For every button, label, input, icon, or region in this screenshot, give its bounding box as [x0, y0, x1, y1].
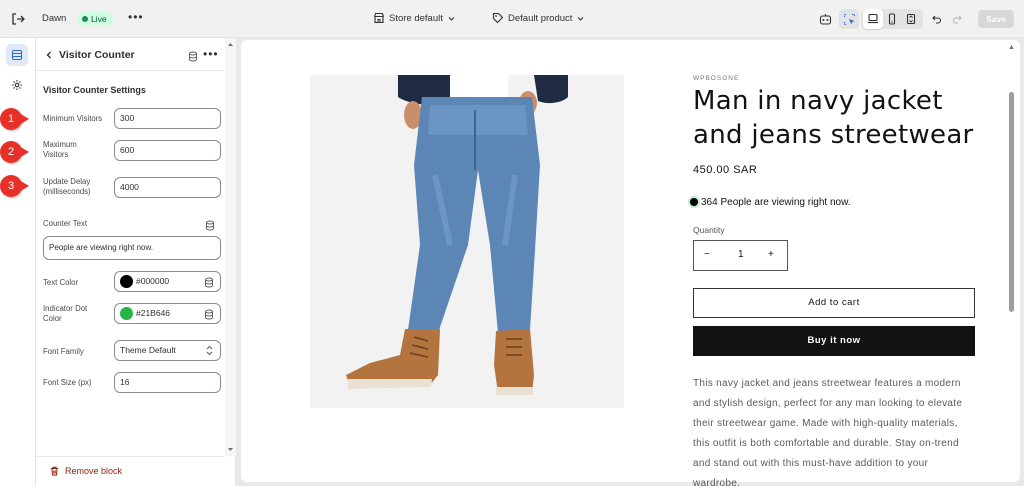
template-select[interactable]: Default product [492, 10, 585, 28]
preview-scrollbar[interactable] [1009, 92, 1014, 312]
product-image[interactable] [310, 75, 624, 408]
live-badge: Live [77, 12, 113, 26]
scroll-down-icon[interactable] [225, 444, 236, 454]
buy-now-button[interactable]: Buy it now [693, 326, 975, 356]
scroll-up-icon[interactable] [225, 40, 236, 50]
panel-scrollbar[interactable] [225, 38, 236, 456]
theme-name: Dawn [42, 13, 67, 24]
decrease-quantity-button[interactable]: − [704, 249, 710, 260]
dot-color-picker[interactable]: #21B646 [114, 303, 221, 324]
panel-more-icon[interactable]: ••• [203, 47, 219, 61]
database-icon[interactable] [188, 49, 198, 67]
update-delay-label: Update Delay (milliseconds) [43, 177, 91, 196]
indicator-dot [690, 198, 698, 206]
dot-color-database-icon[interactable] [204, 308, 214, 327]
store-select[interactable]: Store default [373, 10, 456, 28]
visitor-counter: 364 People are viewing right now. [690, 197, 851, 208]
dot-color-swatch[interactable] [120, 307, 133, 320]
max-visitors-label: Maximum Visitors [43, 140, 77, 159]
quantity-label: Quantity [693, 225, 725, 235]
counter-text-label: Counter Text [43, 219, 88, 228]
dot-color-value: #21B646 [136, 308, 171, 318]
counter-text-database-icon[interactable] [205, 218, 215, 236]
annotation-marker-1: 1 [0, 108, 29, 130]
remove-block-label: Remove block [65, 466, 123, 476]
more-actions-icon[interactable]: ••• [128, 10, 144, 24]
text-color-database-icon[interactable] [204, 276, 214, 295]
left-rail [0, 38, 36, 486]
product-title: Man in navy jacket and jeans streetwear [693, 86, 974, 150]
inspector-icon[interactable] [839, 9, 859, 29]
section-title: Visitor Counter Settings [43, 85, 146, 95]
preview-scroll-up-icon[interactable]: ▲ [1008, 44, 1015, 51]
font-size-label: Font Size (px) [43, 378, 92, 387]
font-size-input[interactable]: 16 [114, 372, 221, 393]
annotation-marker-3: 3 [0, 175, 29, 197]
tag-icon [492, 13, 504, 24]
product-description: This navy jacket and jeans streetwear fe… [693, 378, 963, 486]
quantity-value[interactable]: 1 [738, 249, 744, 260]
undo-icon[interactable] [926, 9, 946, 29]
text-color-value: #000000 [136, 276, 170, 286]
template-select-label: Default product [508, 13, 573, 24]
theme-settings-gear-icon[interactable] [6, 74, 28, 96]
panel-footer-divider [36, 456, 225, 457]
panel-title: Visitor Counter [59, 49, 135, 61]
max-visitors-input[interactable]: 600 [114, 140, 221, 161]
increase-quantity-button[interactable]: + [768, 249, 774, 260]
min-visitors-input[interactable]: 300 [114, 108, 221, 129]
counter-text-input[interactable]: People are viewing right now. [43, 236, 221, 260]
min-visitors-label: Minimum Visitors [43, 114, 103, 123]
back-chevron-icon[interactable] [44, 50, 54, 63]
save-button[interactable]: Save [978, 10, 1014, 28]
settings-panel: Visitor Counter ••• Visitor Counter Sett… [36, 38, 236, 486]
product-price: 450.00 SAR [693, 164, 758, 176]
font-family-value: Theme Default [120, 345, 176, 355]
sections-icon[interactable] [6, 44, 28, 66]
dot-color-label: Indicator Dot Color [43, 304, 88, 323]
quantity-stepper: − 1 + [693, 240, 788, 271]
top-bar: Dawn Live ••• Store default Default prod… [0, 0, 1024, 38]
redo-icon[interactable] [948, 9, 968, 29]
visitor-count: 364 [701, 197, 718, 208]
font-family-label: Font Family [43, 347, 84, 356]
exit-icon[interactable] [10, 11, 26, 27]
store-select-label: Store default [389, 13, 443, 24]
visitor-text: People are viewing right now. [720, 197, 851, 208]
annotation-marker-2: 2 [0, 141, 29, 163]
update-delay-input[interactable]: 4000 [114, 177, 221, 198]
chevron-down-icon [448, 17, 455, 21]
product-vendor: WPBOSONE [693, 75, 740, 82]
theme-check-icon[interactable] [815, 9, 835, 29]
trash-icon [51, 466, 58, 476]
add-to-cart-button[interactable]: Add to cart [693, 288, 975, 318]
select-chevron-icon [205, 344, 214, 364]
desktop-icon[interactable] [863, 9, 883, 29]
mobile-icon[interactable] [882, 9, 902, 29]
text-color-swatch[interactable] [120, 275, 133, 288]
remove-block-button[interactable]: Remove block [50, 466, 122, 476]
panel-divider [36, 70, 225, 71]
font-family-select[interactable]: Theme Default [114, 340, 221, 361]
text-color-label: Text Color [43, 278, 79, 287]
fullscreen-icon[interactable] [901, 9, 921, 29]
text-color-picker[interactable]: #000000 [114, 271, 221, 292]
chevron-down-icon [578, 17, 584, 21]
store-icon [373, 13, 385, 24]
